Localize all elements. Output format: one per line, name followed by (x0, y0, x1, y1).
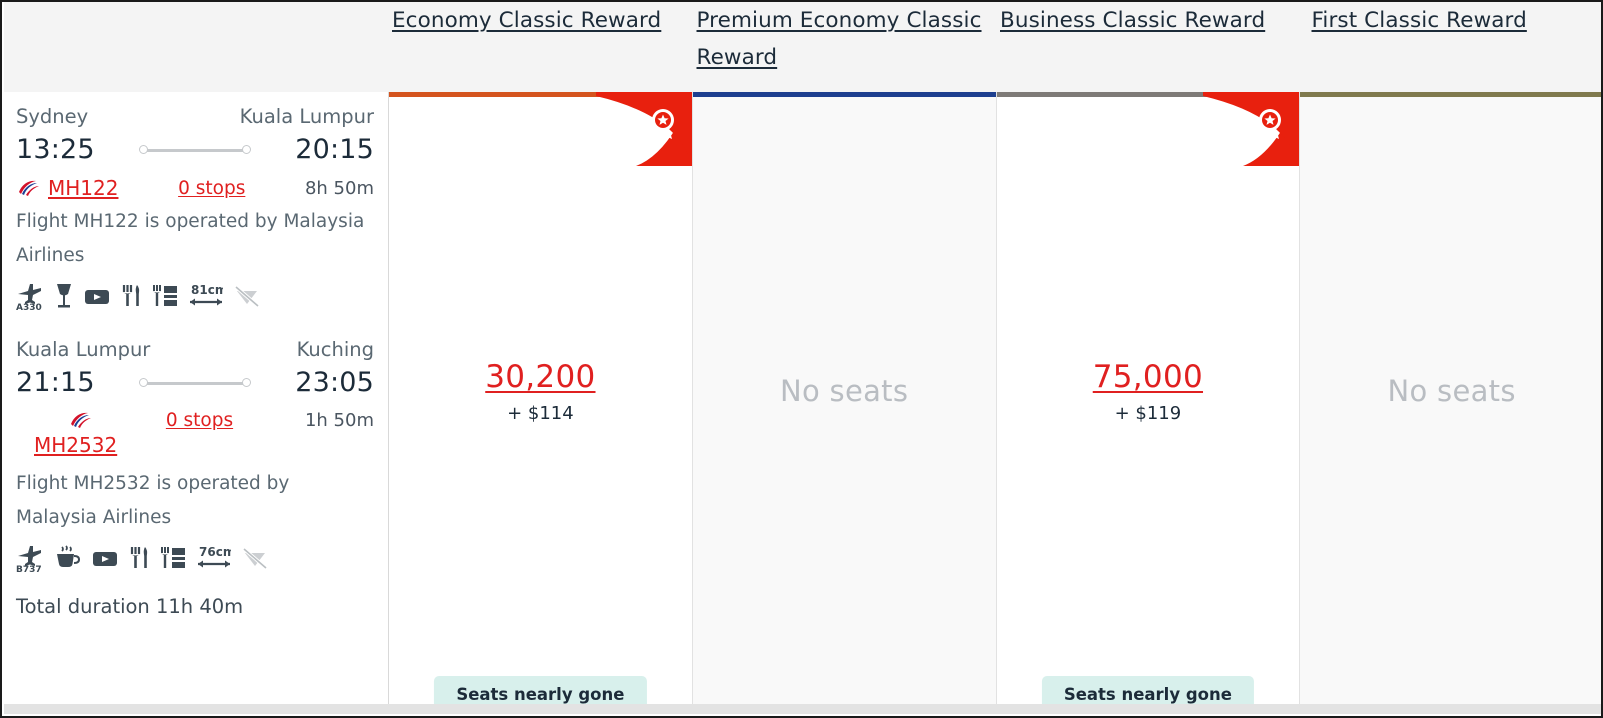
wifi-unavailable-icon (242, 543, 268, 577)
fare-body-first: No seats (1300, 92, 1601, 708)
flight-segment-2: Kuala Lumpur Kuching 21:15 23:05 0 stops… (16, 337, 374, 577)
total-duration-label: Total duration 11h 40m (16, 595, 244, 618)
fare-body-premium-economy: No seats (693, 92, 996, 708)
seat-pitch-label: 76cm (199, 545, 231, 559)
segment-2-meta: 0 stops 1h 50m MH2532 (16, 407, 374, 463)
segment-1-amenities: A330 81c (16, 281, 374, 315)
coffee-cup-icon (55, 543, 81, 577)
meal-cutlery-icon (121, 281, 141, 315)
segment-2-arrive-time: 23:05 (295, 367, 374, 398)
route-line-icon (139, 377, 251, 389)
segment-1-duration: 8h 50m (304, 177, 374, 199)
fare-header-row: Economy Classic Reward Premium Economy C… (4, 2, 1602, 92)
svg-text:A330: A330 (16, 303, 42, 311)
fare-cell-first: No seats (1300, 92, 1601, 708)
aircraft-icon: B737 (16, 543, 44, 577)
segment-2-flight-number[interactable]: MH2532 (34, 433, 117, 457)
malaysia-airlines-logo-icon (68, 410, 94, 430)
fare-body-business: 75,000 + $119 (997, 92, 1300, 708)
video-screen-icon (92, 543, 118, 577)
footer-strip (4, 704, 1601, 714)
malaysia-airlines-logo-icon (16, 178, 42, 198)
segment-1-flight-number[interactable]: MH122 (48, 176, 118, 200)
wifi-unavailable-icon (234, 281, 260, 315)
fare-header-columns: Economy Classic Reward Premium Economy C… (389, 2, 1602, 92)
fare-cash-business: + $119 (1114, 402, 1182, 424)
segment-1-places: Sydney Kuala Lumpur (16, 104, 374, 130)
segment-2-times: 21:15 23:05 (16, 365, 374, 401)
seat-pitch-icon: 81cm (189, 281, 227, 315)
fare-header-link-business[interactable]: Business Classic Reward (1000, 2, 1294, 39)
fare-points-business[interactable]: 75,000 (1093, 358, 1203, 396)
no-seats-label-first: No seats (1387, 374, 1516, 408)
svg-text:B737: B737 (16, 565, 42, 573)
segment-2-amenities: B737 76c (16, 543, 374, 577)
route-line-icon (139, 144, 251, 156)
video-screen-icon (84, 281, 110, 315)
segment-1-arrive-time: 20:15 (295, 134, 374, 165)
flight-segment-1: Sydney Kuala Lumpur 13:25 20:15 MH122 0 … (16, 104, 374, 315)
fare-header-first: First Classic Reward (1300, 2, 1602, 92)
segment-1-stops[interactable]: 0 stops (178, 178, 245, 199)
fare-body-economy: 30,200 + $114 (389, 92, 692, 708)
segment-2-operated-by: Flight MH2532 is operated by Malaysia Ai… (16, 473, 290, 528)
fare-header-premium-economy: Premium Economy Classic Reward (693, 2, 997, 92)
meal-cutlery-icon (129, 543, 149, 577)
seat-pitch-icon: 76cm (197, 543, 235, 577)
fare-cell-economy[interactable]: 30,200 + $114 Seats nearly gone (389, 92, 693, 708)
fare-header-economy: Economy Classic Reward (389, 2, 693, 92)
fare-header-link-economy[interactable]: Economy Classic Reward (392, 2, 687, 39)
fare-header-link-premium-economy[interactable]: Premium Economy Classic Reward (697, 2, 991, 76)
segment-2-duration: 1h 50m (304, 409, 374, 431)
segment-2-depart-time: 21:15 (16, 367, 95, 398)
seat-pitch-label: 81cm (191, 283, 223, 297)
fare-cash-economy: + $114 (507, 402, 574, 424)
fare-cell-premium-economy: No seats (692, 92, 997, 708)
meal-service-icon (152, 281, 178, 315)
aircraft-icon: A330 (16, 281, 44, 315)
fare-points-economy[interactable]: 30,200 (485, 358, 595, 396)
fare-columns: 30,200 + $114 Seats nearly gone No seats (389, 92, 1601, 708)
segment-2-destination: Kuching (296, 338, 374, 361)
segment-2-origin: Kuala Lumpur (16, 338, 151, 361)
segment-1-destination: Kuala Lumpur (239, 105, 374, 128)
segment-1-origin: Sydney (16, 105, 89, 128)
flight-fare-comparison-row: Economy Classic Reward Premium Economy C… (0, 0, 1603, 718)
itinerary-details-pane: Sydney Kuala Lumpur 13:25 20:15 MH122 0 … (4, 92, 389, 708)
fare-body-row: Sydney Kuala Lumpur 13:25 20:15 MH122 0 … (4, 92, 1601, 708)
segment-1-depart-time: 13:25 (16, 134, 95, 165)
segment-1-operated-by: Flight MH122 is operated by Malaysia Air… (16, 211, 365, 266)
segment-2-places: Kuala Lumpur Kuching (16, 337, 374, 363)
segment-1-meta: MH122 0 stops 8h 50m (16, 175, 374, 201)
fare-header-business: Business Classic Reward (996, 2, 1300, 92)
fare-cell-business[interactable]: 75,000 + $119 Seats nearly gone (996, 92, 1301, 708)
meal-service-icon (160, 543, 186, 577)
fare-header-link-first[interactable]: First Classic Reward (1312, 2, 1598, 39)
header-spacer (4, 2, 389, 92)
wine-glass-icon (55, 281, 73, 315)
segment-2-stops[interactable]: 0 stops (166, 410, 233, 431)
no-seats-label-premium-economy: No seats (779, 374, 909, 408)
segment-1-times: 13:25 20:15 (16, 132, 374, 168)
